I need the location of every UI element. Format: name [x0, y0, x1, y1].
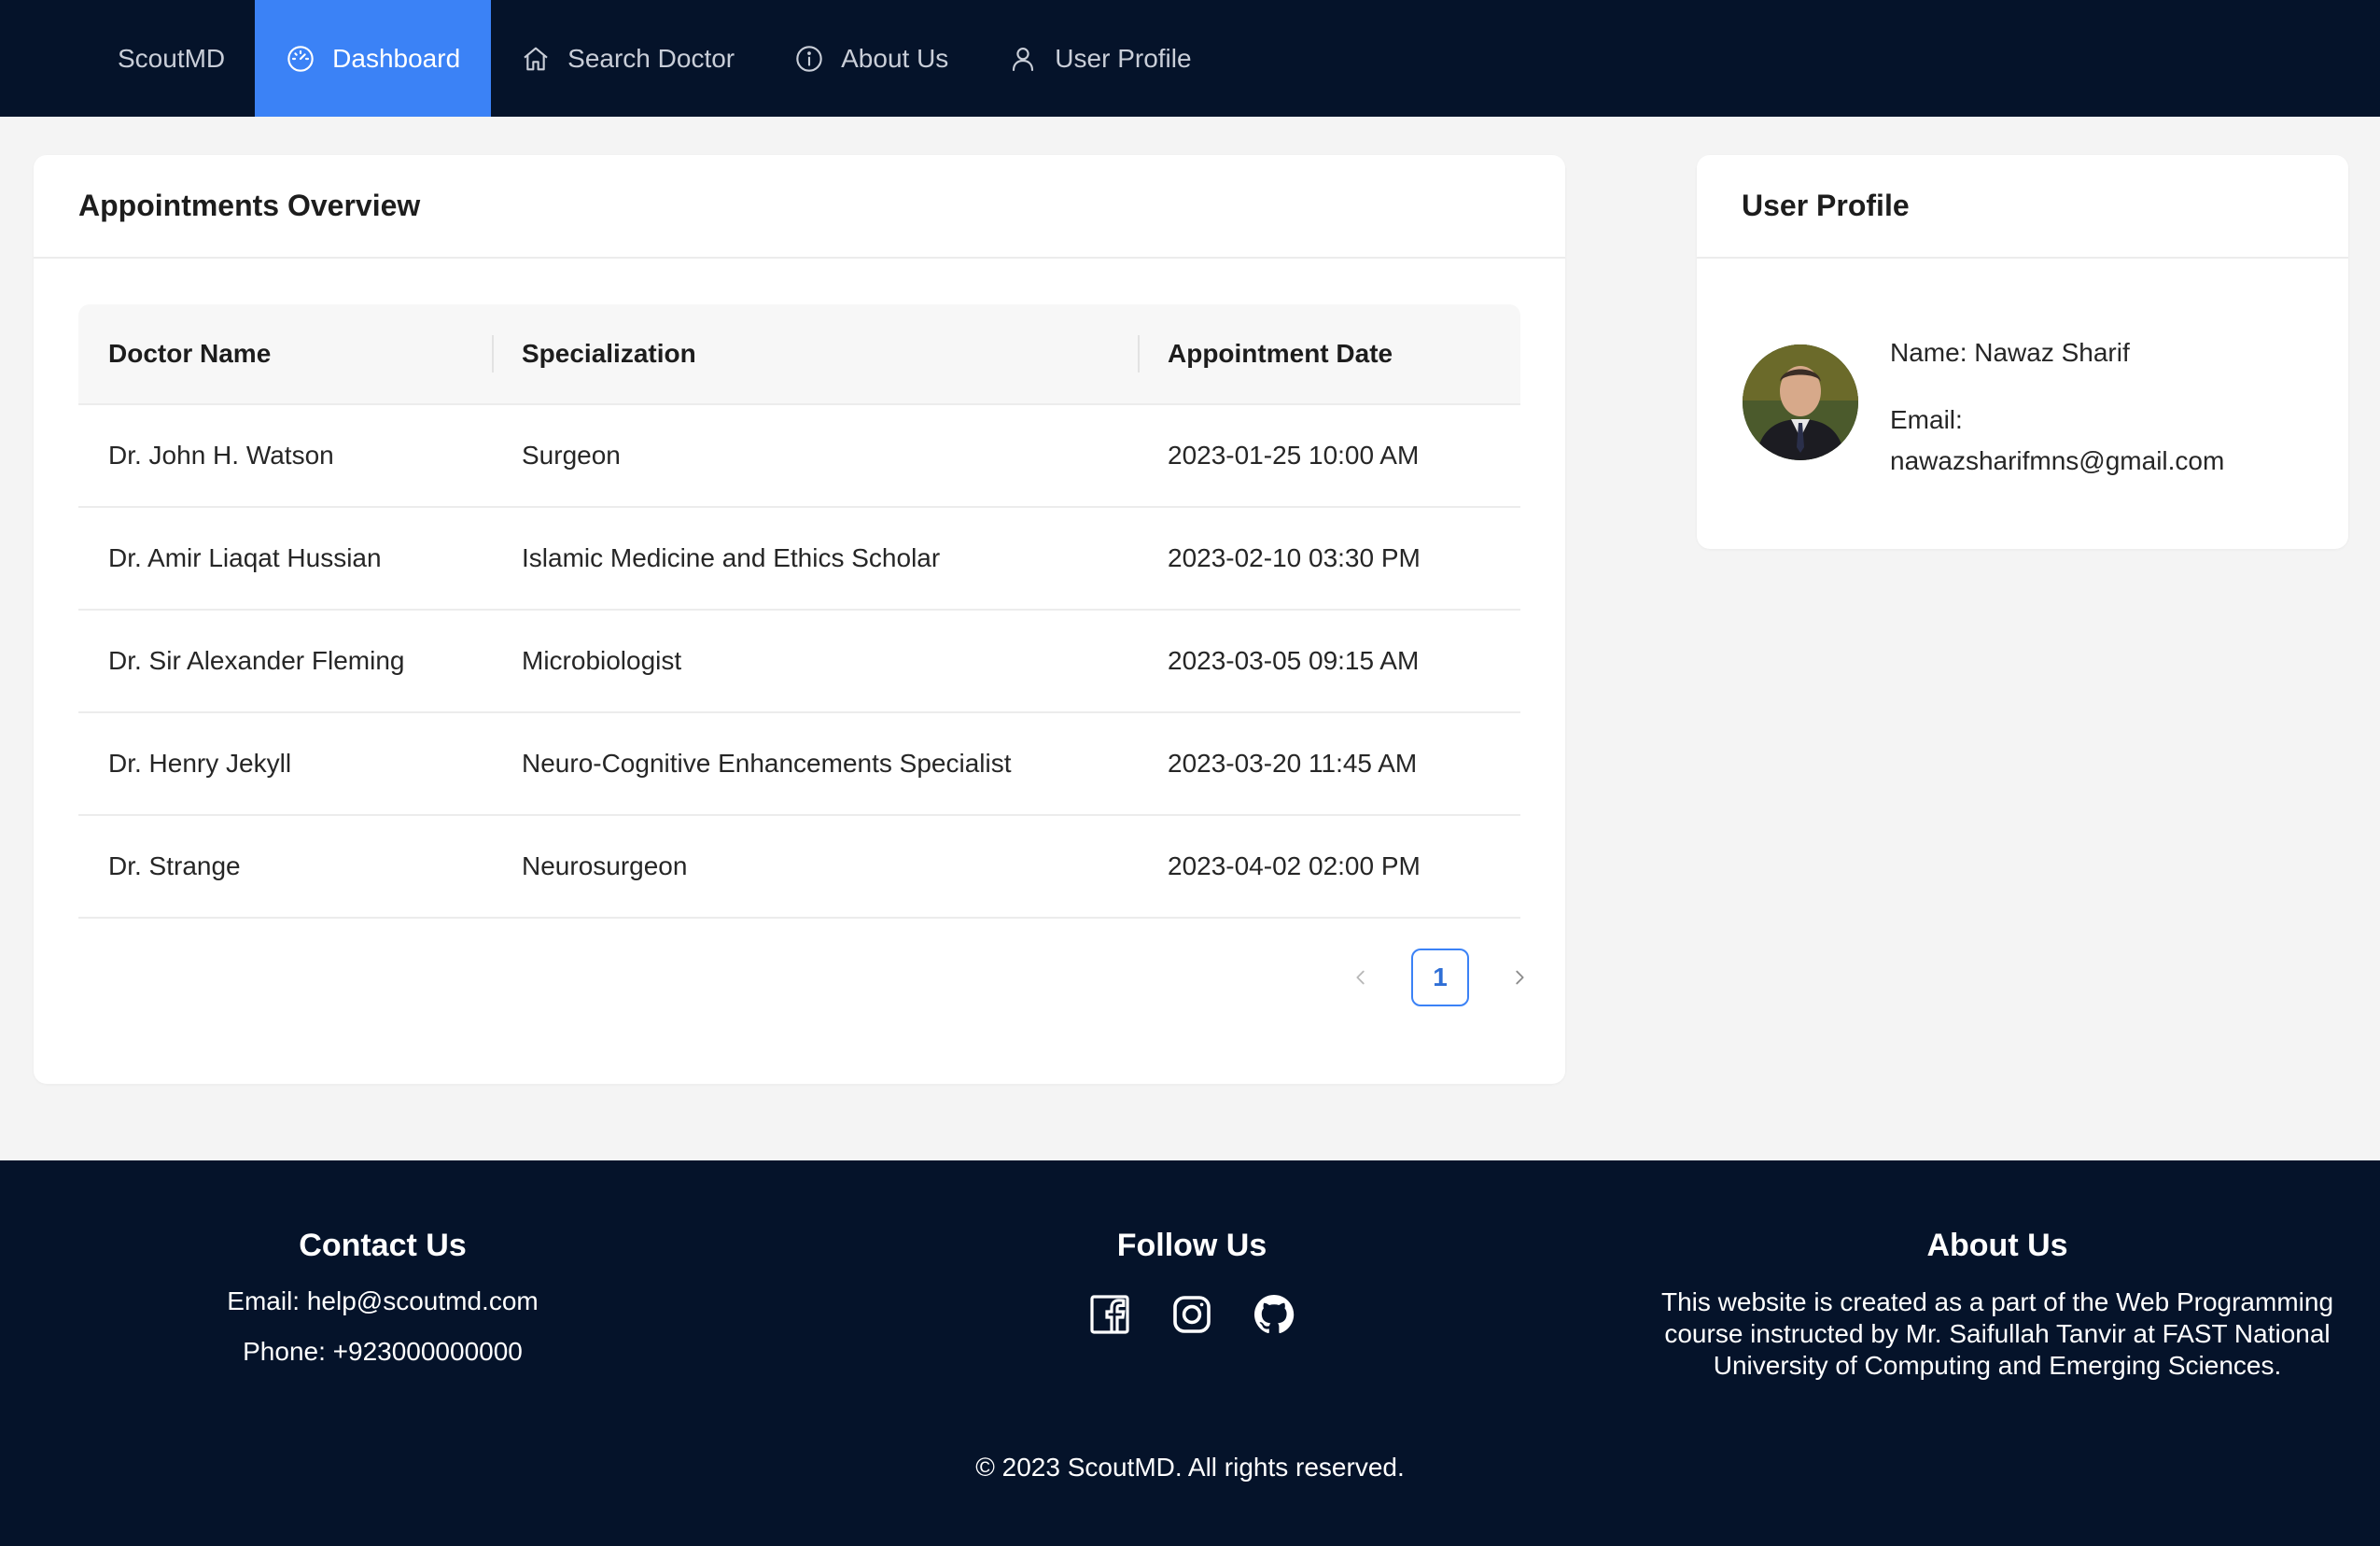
- doctor-name-cell: Dr. John H. Watson: [108, 441, 334, 470]
- footer-follow-title: Follow Us: [1116, 1228, 1267, 1263]
- table-row: Dr. Sir Alexander Fleming Microbiologist…: [78, 611, 1520, 713]
- avatar: [1743, 344, 1858, 460]
- specialization-cell: Neuro-Cognitive Enhancements Specialist: [522, 749, 1012, 778]
- github-icon[interactable]: [1252, 1292, 1296, 1337]
- next-page-button[interactable]: [1501, 959, 1538, 996]
- footer-phone: Phone: +923000000000: [243, 1337, 523, 1366]
- brand-link[interactable]: ScoutMD: [88, 0, 255, 117]
- column-header-doctor-name[interactable]: Doctor Name: [78, 303, 492, 404]
- brand-label: ScoutMD: [118, 43, 226, 73]
- footer-contact: Contact Us Email: help@scoutmd.com Phone…: [131, 1228, 635, 1367]
- footer-about-title: About Us: [1926, 1228, 2068, 1263]
- appointment-date-cell: 2023-04-02 02:00 PM: [1168, 851, 1421, 880]
- doctor-name-cell: Dr. Amir Liaqat Hussian: [108, 543, 382, 572]
- column-header-appointment-date[interactable]: Appointment Date: [1138, 303, 1520, 404]
- specialization-cell: Neurosurgeon: [522, 851, 688, 880]
- appointments-table: Doctor Name Specialization Appointment D…: [78, 304, 1520, 919]
- page-number-button[interactable]: 1: [1411, 949, 1469, 1006]
- facebook-icon[interactable]: [1087, 1292, 1132, 1337]
- chevron-right-icon: [1516, 970, 1524, 985]
- table-row: Dr. Strange Neurosurgeon 2023-04-02 02:0…: [78, 816, 1520, 919]
- specialization-cell: Surgeon: [522, 441, 621, 470]
- nav-item-dashboard[interactable]: Dashboard: [255, 0, 492, 117]
- appointment-date-cell: 2023-03-20 11:45 AM: [1168, 749, 1418, 778]
- profile-email-label: Email:: [1890, 405, 1963, 434]
- appointment-date-cell: 2023-02-10 03:30 PM: [1168, 543, 1421, 572]
- home-icon: [524, 47, 548, 70]
- table-row: Dr. Amir Liaqat Hussian Islamic Medicine…: [78, 508, 1520, 611]
- footer-about: About Us This website is created as a pa…: [1615, 1228, 2380, 1382]
- doctor-name-cell: Dr. Henry Jekyll: [108, 749, 292, 778]
- specialization-cell: Islamic Medicine and Ethics Scholar: [522, 543, 941, 572]
- nav-item-label: User Profile: [1055, 43, 1192, 73]
- appointment-date-cell: 2023-01-25 10:00 AM: [1168, 441, 1420, 470]
- copyright: © 2023 ScoutMD. All rights reserved.: [975, 1453, 1405, 1482]
- chevron-left-icon: [1356, 970, 1365, 985]
- footer-about-text: This website is created as a part of the…: [1660, 1287, 2334, 1380]
- footer-follow: Follow Us: [940, 1228, 1444, 1337]
- nav-item-label: Dashboard: [332, 43, 461, 73]
- column-header-specialization[interactable]: Specialization: [492, 303, 1138, 404]
- nav-item-about-us[interactable]: About Us: [764, 0, 978, 117]
- info-icon: [796, 45, 822, 72]
- user-profile-card: User Profile Name: Nawaz Sharif Email: n…: [1697, 155, 2348, 549]
- profile-name: Name: Nawaz Sharif: [1890, 338, 2130, 367]
- doctor-name-cell: Dr. Strange: [108, 851, 241, 880]
- user-profile-title: User Profile: [1697, 155, 2348, 259]
- instagram-icon[interactable]: [1169, 1292, 1214, 1337]
- nav-item-user-profile[interactable]: User Profile: [978, 0, 1221, 117]
- appointments-title: Appointments Overview: [34, 155, 1565, 259]
- footer-email[interactable]: Email: help@scoutmd.com: [131, 1286, 635, 1316]
- dashboard-icon: [287, 45, 314, 72]
- table-row: Dr. John H. Watson Surgeon 2023-01-25 10…: [78, 405, 1520, 508]
- appointments-card: Appointments Overview Doctor Name Specia…: [34, 155, 1565, 1084]
- prev-page-button[interactable]: [1342, 959, 1379, 996]
- doctor-name-cell: Dr. Sir Alexander Fleming: [108, 646, 405, 675]
- appointment-date-cell: 2023-03-05 09:15 AM: [1168, 646, 1420, 675]
- pagination: 1: [1342, 949, 1538, 1006]
- footer: Contact Us Email: help@scoutmd.com Phone…: [0, 1160, 2380, 1546]
- specialization-cell: Microbiologist: [522, 646, 682, 675]
- nav-item-label: Search Doctor: [567, 43, 735, 73]
- profile-info: Name: Nawaz Sharif Email: nawazsharifmns…: [1890, 332, 2224, 482]
- profile-email: nawazsharifmns@gmail.com: [1890, 446, 2225, 475]
- social-links: [940, 1292, 1444, 1337]
- footer-contact-title: Contact Us: [299, 1228, 467, 1263]
- table-row: Dr. Henry Jekyll Neuro-Cognitive Enhance…: [78, 713, 1520, 816]
- top-navbar: ScoutMD Dashboard Search Doctor About Us…: [0, 0, 2380, 117]
- table-header: Doctor Name Specialization Appointment D…: [78, 304, 1520, 405]
- user-icon: [1013, 47, 1034, 71]
- nav-item-search-doctor[interactable]: Search Doctor: [491, 0, 764, 117]
- nav-item-label: About Us: [841, 43, 949, 73]
